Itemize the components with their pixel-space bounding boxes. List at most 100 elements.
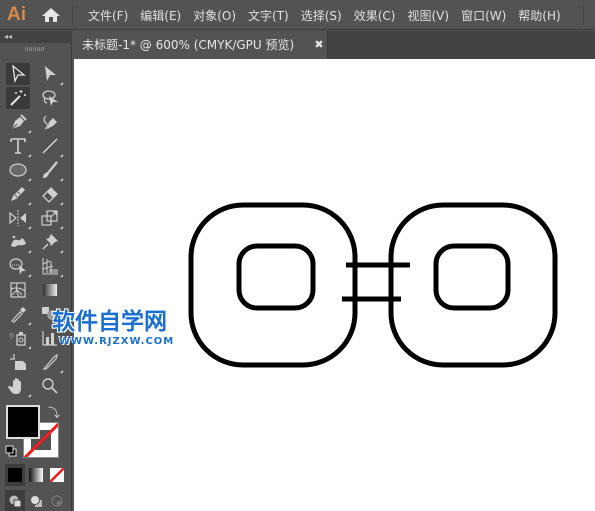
document-tab-bar: 未标题-1* @ 600% (CMYK/GPU 预览) ✖: [74, 31, 595, 59]
pin-icon: [42, 234, 58, 250]
gradient-swatch-icon: [29, 468, 43, 482]
perspective-grid-icon: [42, 258, 58, 275]
collapse-panel-icon[interactable]: ◂◂: [4, 31, 12, 43]
home-icon[interactable]: [41, 7, 61, 23]
watermark-url: WWW.RJZXW.COM: [59, 336, 175, 347]
tools-panel: ◂◂ ⤵: [0, 31, 72, 511]
menu-divider-right: [583, 5, 584, 25]
shape-builder-tool[interactable]: [6, 255, 31, 277]
hand-icon: [8, 378, 21, 394]
default-fill-stroke-icon[interactable]: [5, 445, 17, 457]
type-t-icon: [10, 138, 26, 154]
gradient-tool[interactable]: [38, 279, 62, 301]
swap-fill-stroke-icon[interactable]: ⤵: [48, 404, 60, 421]
menu-items: 文件(F) 编辑(E) 对象(O) 文字(T) 选择(S) 效果(C) 视图(V…: [82, 0, 567, 30]
reflect-tool[interactable]: [6, 207, 31, 229]
eyedropper-tool[interactable]: [6, 303, 31, 325]
curvature-pen-icon: [43, 115, 57, 130]
paintbrush-icon: [43, 161, 58, 178]
menu-divider: [72, 5, 73, 25]
draw-mode-row: [5, 490, 67, 511]
puppet-warp-icon: [11, 235, 26, 247]
magnifier-icon: [42, 378, 58, 394]
scale-icon: [41, 210, 58, 226]
direct-selection-tool[interactable]: [38, 63, 63, 85]
shaper-tool[interactable]: [6, 183, 31, 205]
menu-bar: Ai 文件(F) 编辑(E) 对象(O) 文字(T) 选择(S) 效果(C) 视…: [0, 0, 595, 30]
symbol-sprayer-icon: [10, 332, 26, 346]
app-logo: Ai: [7, 4, 26, 25]
eyedropper-icon: [11, 307, 26, 323]
ellipse-icon: [9, 163, 27, 177]
tools-panel-header: ◂◂: [0, 31, 72, 43]
menu-file[interactable]: 文件(F): [82, 7, 134, 24]
zoom-tool[interactable]: [38, 375, 62, 397]
artboard-icon: [10, 354, 26, 370]
solid-color-icon: [8, 468, 22, 482]
pen-nib-icon: [11, 114, 27, 130]
gradient-icon: [43, 284, 57, 296]
slice-tool[interactable]: [38, 351, 63, 373]
menu-type[interactable]: 文字(T): [242, 7, 295, 24]
hand-tool[interactable]: [6, 375, 31, 397]
draw-normal-icon: [9, 495, 22, 508]
slice-knife-icon: [42, 353, 58, 370]
menu-view[interactable]: 视图(V): [401, 7, 455, 24]
symbol-sprayer-tool[interactable]: [6, 327, 31, 349]
pen-tool[interactable]: [6, 111, 31, 133]
shape-builder-icon: [9, 258, 26, 275]
gradient-mode-button[interactable]: [26, 464, 46, 486]
direct-selection-arrow-icon: [45, 66, 56, 81]
menu-object[interactable]: 对象(O): [187, 7, 242, 24]
perspective-grid-tool[interactable]: [38, 255, 63, 277]
line-segment-icon: [42, 138, 58, 154]
puppet-warp-tool[interactable]: [6, 231, 31, 253]
illustrator-window: Ai 文件(F) 编辑(E) 对象(O) 文字(T) 选择(S) 效果(C) 视…: [0, 0, 595, 511]
draw-normal-button[interactable]: [5, 490, 25, 511]
scale-tool[interactable]: [38, 207, 63, 229]
ellipse-tool[interactable]: [6, 159, 31, 181]
pencil-icon: [11, 187, 25, 201]
menu-edit[interactable]: 编辑(E): [134, 7, 187, 24]
none-mode-button[interactable]: [47, 464, 67, 486]
left-outer-rounded-square: [188, 202, 358, 368]
document-tab[interactable]: 未标题-1* @ 600% (CMYK/GPU 预览): [74, 31, 328, 59]
watermark: 软件自学网 WWW.RJZXW.COM: [52, 308, 202, 347]
eraser-icon: [42, 187, 58, 203]
selection-arrow-icon: [12, 64, 26, 84]
mesh-icon: [10, 282, 26, 298]
right-outer-rounded-square: [388, 202, 558, 368]
draw-inside-button[interactable]: [47, 490, 67, 511]
artboard-tool[interactable]: [6, 351, 30, 373]
draw-inside-icon: [51, 495, 63, 507]
watermark-title: 软件自学网: [52, 309, 167, 335]
magic-wand-icon: [10, 90, 26, 106]
reflect-icon: [9, 210, 26, 226]
selection-tool[interactable]: [6, 63, 30, 85]
draw-behind-button[interactable]: [26, 490, 46, 511]
none-swatch-icon: [50, 468, 64, 482]
magic-wand-tool[interactable]: [6, 87, 30, 109]
line-segment-tool[interactable]: [38, 135, 63, 157]
artboard-canvas[interactable]: [74, 59, 595, 511]
menu-window[interactable]: 窗口(W): [455, 7, 512, 24]
lasso-icon: [42, 90, 58, 106]
artwork: [188, 202, 558, 368]
menu-select[interactable]: 选择(S): [295, 7, 348, 24]
type-tool[interactable]: [6, 135, 31, 157]
eraser-tool[interactable]: [38, 183, 63, 205]
right-inner-rounded-square: [433, 243, 511, 311]
menu-effect[interactable]: 效果(C): [348, 7, 402, 24]
pin-tool[interactable]: [38, 231, 63, 253]
fill-color-swatch[interactable]: [6, 405, 40, 439]
mesh-tool[interactable]: [6, 279, 30, 301]
paintbrush-tool[interactable]: [38, 159, 63, 181]
panel-grip-handle[interactable]: [25, 47, 45, 51]
close-tab-icon[interactable]: ✖: [312, 31, 326, 59]
curvature-tool[interactable]: [38, 111, 62, 133]
draw-behind-icon: [30, 495, 42, 507]
menu-help[interactable]: 帮助(H): [512, 7, 566, 24]
lasso-tool[interactable]: [38, 87, 62, 109]
color-mode-button[interactable]: [5, 464, 25, 486]
left-inner-rounded-square: [236, 243, 316, 311]
